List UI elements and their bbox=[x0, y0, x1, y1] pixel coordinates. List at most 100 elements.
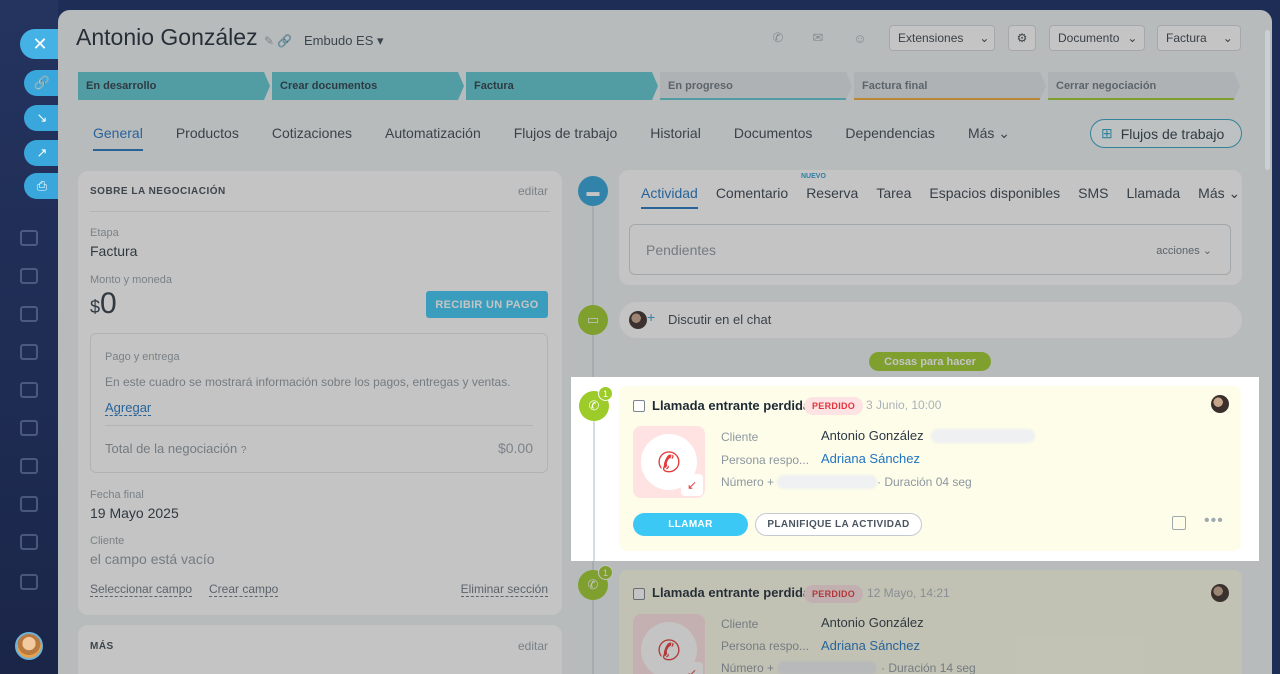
tab-history[interactable]: Historial bbox=[650, 125, 701, 151]
chat-icon: ▭ bbox=[578, 305, 608, 335]
duration: · Duración 04 seg bbox=[877, 475, 972, 489]
payment-description: En este cuadro se mostrará información s… bbox=[105, 375, 511, 389]
note-icon[interactable] bbox=[1172, 516, 1186, 530]
tab-slots[interactable]: Espacios disponibles bbox=[929, 185, 1060, 209]
avatar bbox=[1211, 584, 1229, 602]
menu-icon[interactable] bbox=[20, 496, 38, 512]
stage-item[interactable]: Factura bbox=[466, 72, 658, 100]
document-button[interactable]: Documento ⌄ bbox=[1049, 25, 1145, 51]
add-payment-link[interactable]: Agregar bbox=[105, 400, 152, 416]
total-value: $0.00 bbox=[497, 440, 533, 456]
tab-documents[interactable]: Documentos bbox=[734, 125, 813, 151]
user-avatar[interactable] bbox=[15, 632, 43, 660]
help-icon: ? bbox=[240, 445, 247, 456]
select-field-link[interactable]: Seleccionar campo bbox=[90, 582, 193, 597]
download-icon[interactable]: ↘ bbox=[24, 105, 60, 131]
edit-icon[interactable]: ✎ 🔗 bbox=[264, 34, 292, 48]
responsible-link[interactable]: Adriana Sánchez bbox=[821, 638, 920, 653]
tab-more[interactable]: Más ⌄ bbox=[1198, 185, 1240, 209]
call-button[interactable]: LLAMAR bbox=[633, 513, 748, 536]
chevron-down-icon: ⌄ bbox=[979, 31, 990, 45]
create-field-link[interactable]: Crear campo bbox=[209, 582, 279, 597]
avatar bbox=[629, 311, 647, 329]
main-tabs: General Productos Cotizaciones Automatiz… bbox=[93, 125, 1010, 151]
tab-comment[interactable]: Comentario bbox=[716, 185, 788, 209]
gear-icon: ⚙ bbox=[1016, 31, 1028, 45]
menu-icon[interactable] bbox=[20, 458, 38, 474]
deal-panel: Antonio González ✎ 🔗 Embudo ES ▾ ✆ ✉ ☺ E… bbox=[58, 10, 1272, 674]
delete-section-link[interactable]: Eliminar sección bbox=[460, 582, 548, 597]
chevron-down-icon: ⌄ bbox=[1222, 31, 1233, 45]
more-icon[interactable]: ••• bbox=[1204, 512, 1224, 530]
tab-products[interactable]: Productos bbox=[176, 125, 239, 151]
status-badge: PERDIDO bbox=[804, 585, 864, 603]
todo-pill: Cosas para hacer bbox=[869, 352, 991, 371]
link-icon[interactable]: 🔗 bbox=[24, 70, 60, 96]
call-date: 3 Junio, 10:00 bbox=[866, 398, 942, 412]
workflows-button[interactable]: ⊞ Flujos de trabajo bbox=[1090, 119, 1242, 148]
phone-icon[interactable]: ✆ bbox=[763, 26, 793, 50]
menu-icon[interactable] bbox=[20, 420, 38, 436]
tab-call[interactable]: Llamada bbox=[1126, 185, 1180, 209]
tab-more[interactable]: Más ⌄ bbox=[968, 125, 1010, 151]
complete-checkbox[interactable] bbox=[633, 588, 645, 600]
actions-dropdown[interactable]: acciones ⌄ bbox=[1156, 244, 1212, 257]
open-external-icon[interactable]: ↗ bbox=[24, 140, 60, 166]
close-slider-button[interactable]: ✕ bbox=[20, 29, 60, 59]
menu-icon[interactable] bbox=[20, 344, 38, 360]
menu-icon[interactable] bbox=[20, 574, 38, 590]
workflow-icon: ⊞ bbox=[1101, 125, 1113, 141]
call-date: 12 Mayo, 14:21 bbox=[867, 586, 950, 600]
settings-button[interactable]: ⚙ bbox=[1008, 25, 1036, 51]
call-title: Llamada entrante perdida bbox=[652, 585, 811, 600]
tab-sms[interactable]: SMS bbox=[1078, 185, 1108, 209]
menu-icon[interactable] bbox=[20, 306, 38, 322]
call-card: Llamada entrante perdida PERDIDO 3 Junio… bbox=[619, 386, 1241, 551]
stage-item[interactable]: Factura final bbox=[854, 72, 1046, 100]
chat-row[interactable]: + Discutir en el chat bbox=[619, 302, 1242, 338]
menu-icon[interactable] bbox=[20, 268, 38, 284]
pipeline-stages: En desarrollo Crear documentos Factura E… bbox=[78, 72, 1242, 100]
amount-value: $0 bbox=[90, 287, 117, 320]
avatar bbox=[1211, 395, 1229, 413]
edit-link[interactable]: editar bbox=[518, 639, 548, 653]
receive-payment-button[interactable]: RECIBIR UN PAGO bbox=[426, 291, 548, 318]
tab-workflows[interactable]: Flujos de trabajo bbox=[514, 125, 618, 151]
tab-dependencies[interactable]: Dependencias bbox=[845, 125, 935, 151]
stage-item[interactable]: En desarrollo bbox=[78, 72, 270, 100]
stage-item[interactable]: En progreso bbox=[660, 72, 852, 100]
menu-icon[interactable] bbox=[20, 382, 38, 398]
menu-icon[interactable] bbox=[20, 230, 38, 246]
invoice-button[interactable]: Factura ⌄ bbox=[1157, 25, 1241, 51]
plan-activity-button[interactable]: PLANIFIQUE LA ACTIVIDAD bbox=[755, 513, 922, 536]
call-tile: ✆ ↙ bbox=[633, 426, 705, 498]
tab-general[interactable]: General bbox=[93, 125, 143, 151]
deal-info-card: SOBRE LA NEGOCIACIÓN editar Etapa Factur… bbox=[78, 171, 562, 615]
menu-icon[interactable] bbox=[20, 534, 38, 550]
funnel-selector[interactable]: Embudo ES ▾ bbox=[304, 33, 384, 49]
responsible-link[interactable]: Adriana Sánchez bbox=[821, 451, 920, 466]
tab-quotes[interactable]: Cotizaciones bbox=[272, 125, 352, 151]
plus-icon: + bbox=[647, 309, 656, 325]
client-label: Cliente bbox=[90, 535, 125, 547]
stage-value: Factura bbox=[90, 243, 138, 259]
edit-link[interactable]: editar bbox=[518, 184, 548, 198]
close-date-label: Fecha final bbox=[90, 489, 144, 501]
chat-icon[interactable]: ☺ bbox=[845, 26, 875, 50]
extensions-button[interactable]: Extensiones ⌄ bbox=[889, 25, 995, 51]
tab-booking[interactable]: Reserva bbox=[806, 185, 858, 209]
left-rail: ✕ 🔗 ↘ ↗ ⎙ bbox=[0, 0, 60, 674]
stage-item[interactable]: Cerrar negociación bbox=[1048, 72, 1240, 100]
tab-automation[interactable]: Automatización bbox=[385, 125, 481, 151]
tab-activity[interactable]: Actividad bbox=[641, 185, 698, 209]
complete-checkbox[interactable] bbox=[633, 400, 645, 412]
pending-field[interactable]: Pendientes acciones ⌄ bbox=[629, 224, 1231, 275]
responsible-label: Persona respo... bbox=[721, 453, 810, 467]
scrollbar[interactable] bbox=[1265, 30, 1270, 170]
mail-icon[interactable]: ✉ bbox=[803, 26, 833, 50]
stage-item[interactable]: Crear documentos bbox=[272, 72, 464, 100]
print-icon[interactable]: ⎙ bbox=[24, 173, 60, 199]
call-title: Llamada entrante perdida bbox=[652, 398, 811, 413]
tab-task[interactable]: Tarea bbox=[876, 185, 911, 209]
duration: · Duración 14 seg bbox=[881, 661, 976, 674]
